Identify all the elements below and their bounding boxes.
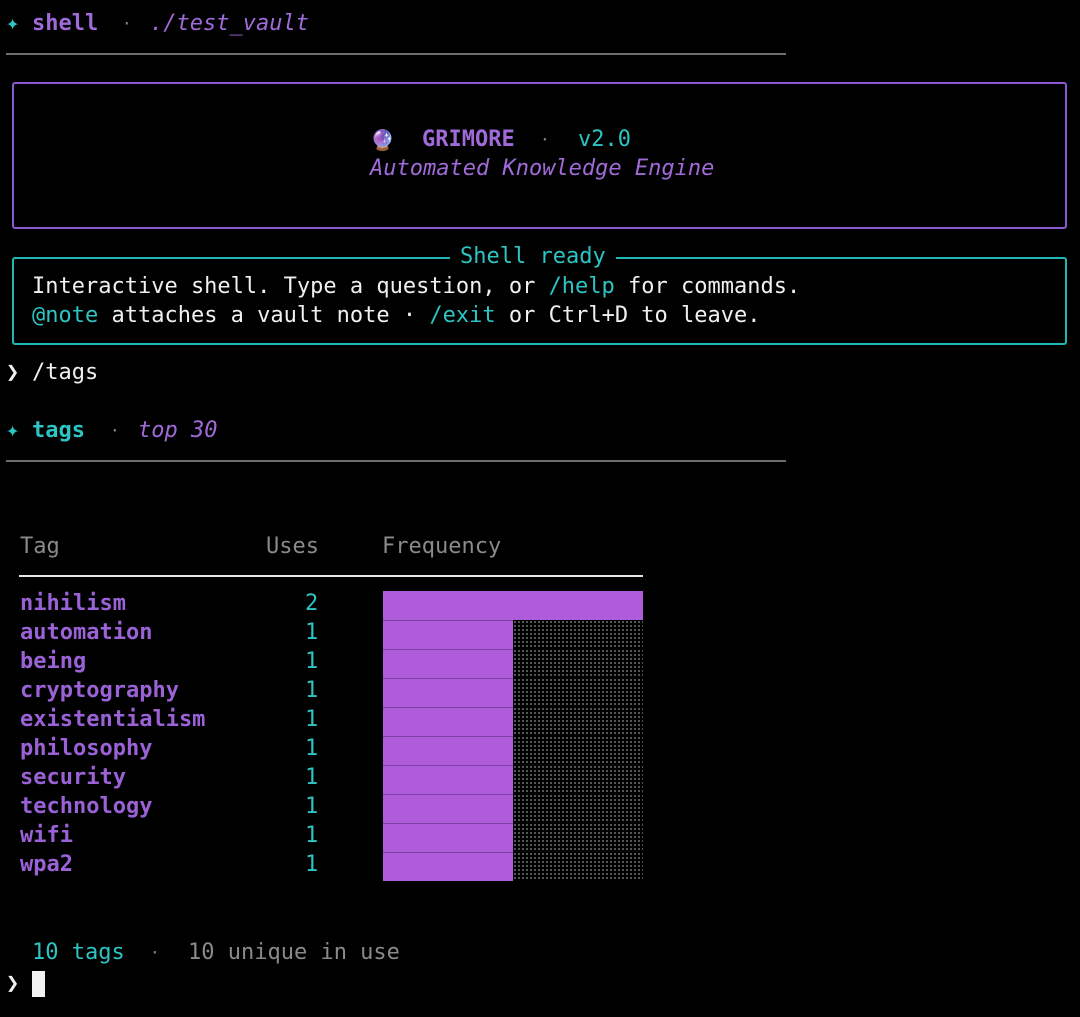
panel-title: Shell ready	[450, 243, 616, 271]
frequency-bar-divider	[383, 852, 513, 853]
tag-name: cryptography	[20, 678, 179, 703]
frequency-bar-fill	[383, 678, 513, 707]
frequency-bar-empty	[513, 794, 643, 823]
frequency-bar-empty	[513, 852, 643, 881]
tag-uses: 1	[305, 794, 319, 819]
column-header-uses: Uses	[266, 534, 319, 559]
help-text: Interactive shell. Type a question, or	[32, 274, 549, 299]
help-line-2: @note attaches a vault note · /exit or C…	[32, 302, 761, 330]
help-line-1: Interactive shell. Type a question, or /…	[32, 273, 800, 301]
sparkle-icon: ✦	[6, 11, 20, 36]
tag-name: automation	[20, 620, 153, 645]
tag-uses: 1	[305, 852, 319, 877]
tag-name: philosophy	[20, 736, 153, 761]
frequency-bar-divider	[383, 823, 513, 824]
frequency-bar-divider	[383, 649, 513, 650]
frequency-bar-divider	[383, 707, 513, 708]
help-text-end: for commands.	[614, 274, 801, 299]
vault-path: ./test_vault	[150, 11, 309, 36]
exit-text: or Ctrl+D to leave.	[495, 303, 761, 328]
frequency-bar-fill	[383, 736, 513, 765]
banner-separator: ·	[540, 130, 550, 149]
frequency-bar-empty	[513, 823, 643, 852]
frequency-bar-fill	[383, 823, 513, 852]
frequency-bar-empty	[513, 649, 643, 678]
header-rule	[6, 53, 786, 55]
app-subtitle: Automated Knowledge Engine	[370, 156, 715, 181]
tag-uses: 1	[305, 765, 319, 790]
frequency-bar-divider	[383, 736, 513, 737]
banner-panel: 🔮 GRIMORE · v2.0 Automated Knowledge Eng…	[12, 82, 1067, 229]
frequency-bar-fill	[383, 765, 513, 794]
frequency-bar-fill	[383, 794, 513, 823]
tag-uses: 1	[305, 678, 319, 703]
tag-uses: 1	[305, 649, 319, 674]
tag-name: technology	[20, 794, 153, 819]
tag-name: wifi	[20, 823, 73, 848]
crystal-ball-icon: 🔮	[370, 128, 395, 152]
tag-name: security	[20, 765, 126, 790]
frequency-bar-empty	[513, 765, 643, 794]
entered-command: /tags	[32, 360, 99, 385]
note-command: @note	[32, 303, 99, 328]
section-title: shell	[32, 11, 99, 36]
frequency-bar-fill	[383, 591, 643, 620]
frequency-bar-fill	[383, 852, 513, 881]
tag-uses: 1	[305, 736, 319, 761]
frequency-bar-fill	[383, 620, 513, 649]
prompt-chevron-icon: ❯	[6, 360, 20, 385]
summary-separator: ·	[150, 943, 160, 962]
unique-count: 10 unique in use	[188, 940, 400, 965]
frequency-bar-fill	[383, 649, 513, 678]
frequency-bar-divider	[383, 678, 513, 679]
frequency-bar-divider	[383, 765, 513, 766]
sparkle-icon: ✦	[6, 418, 20, 443]
exit-command: /exit	[429, 303, 496, 328]
frequency-bar-divider	[383, 620, 513, 621]
frequency-bar-fill	[383, 707, 513, 736]
tag-name: nihilism	[20, 591, 126, 616]
frequency-bar-divider	[383, 794, 513, 795]
help-command: /help	[548, 274, 615, 299]
tags-rule	[6, 460, 786, 462]
table-header-rule	[19, 575, 643, 577]
tags-separator: ·	[110, 421, 120, 440]
tag-count: 10 tags	[32, 940, 125, 965]
frequency-bar-empty	[513, 678, 643, 707]
tag-name: being	[20, 649, 87, 674]
tags-title: tags	[32, 418, 85, 443]
tags-subtitle: top 30	[138, 418, 218, 443]
text-cursor[interactable]	[32, 971, 45, 997]
app-name: GRIMORE	[422, 127, 515, 152]
tag-uses: 1	[305, 823, 319, 848]
prompt-chevron-icon: ❯	[6, 971, 20, 996]
frequency-bar-empty	[513, 736, 643, 765]
note-text: attaches a vault note ·	[98, 303, 430, 328]
tag-name: wpa2	[20, 852, 73, 877]
tag-uses: 2	[305, 591, 319, 616]
column-header-frequency: Frequency	[382, 534, 502, 559]
tag-uses: 1	[305, 620, 319, 645]
column-header-tag: Tag	[20, 534, 60, 559]
frequency-bar-empty	[513, 620, 643, 649]
tag-uses: 1	[305, 707, 319, 732]
tag-name: existentialism	[20, 707, 206, 732]
frequency-bar-empty	[513, 707, 643, 736]
app-version: v2.0	[578, 127, 631, 152]
header-separator: ·	[122, 14, 132, 33]
